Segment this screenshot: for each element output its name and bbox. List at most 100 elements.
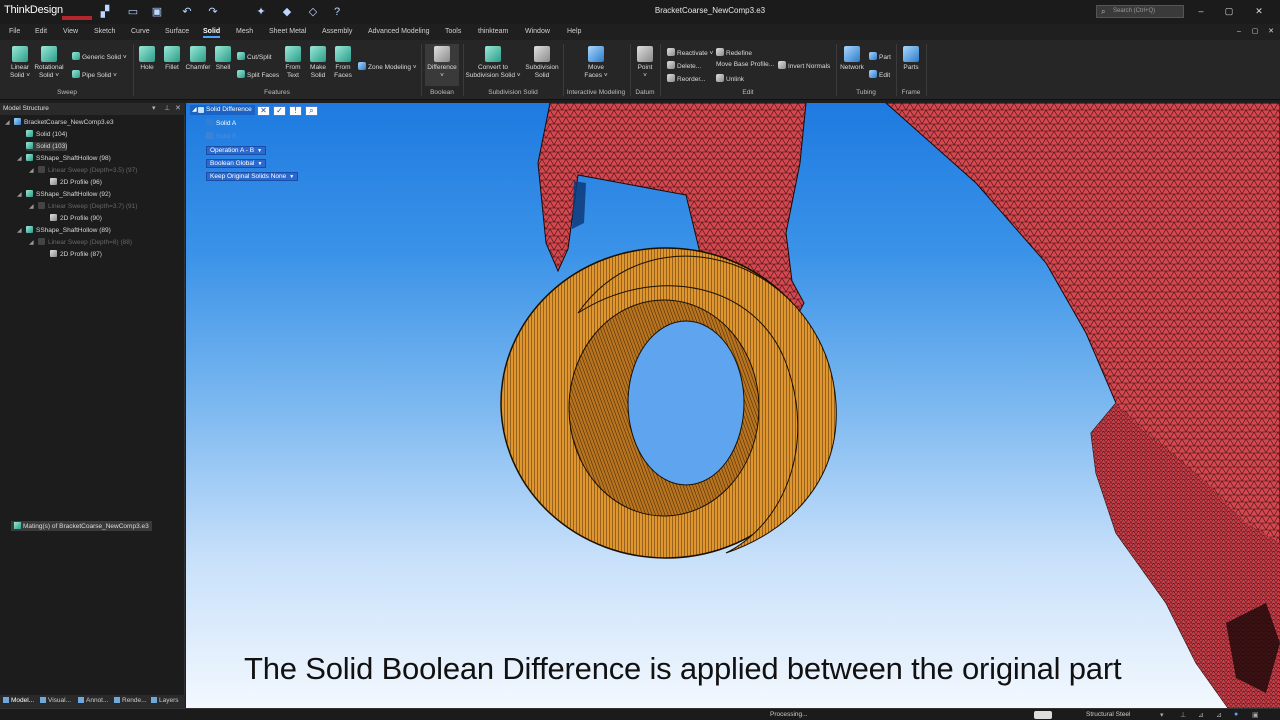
solid-a-field[interactable]: Solid A — [206, 119, 236, 127]
zone-modeling-button[interactable]: Zone Modeling ˅ — [358, 62, 417, 72]
view-cube-icon[interactable]: ◆ — [280, 5, 294, 19]
mating-item[interactable]: Mating(s) of BracketCoarse_NewComp3.e3 — [11, 521, 152, 531]
globe-icon[interactable]: ● — [1234, 711, 1238, 718]
menu-tools[interactable]: Tools — [445, 28, 461, 35]
help-icon[interactable]: ? — [330, 5, 344, 19]
boolean-panel-title[interactable]: ◢ Solid Difference — [190, 105, 255, 115]
tree-node-sweep-91[interactable]: Linear Sweep (Depth=3.7) (91) — [38, 202, 137, 211]
make-solid-button[interactable]: Make Solid — [308, 46, 328, 80]
ok-button[interactable]: ✓ — [273, 106, 286, 116]
apply-button[interactable]: ! — [289, 106, 302, 116]
tab-model[interactable]: Model... — [3, 697, 34, 704]
doc-close-button[interactable]: ✕ — [1264, 26, 1278, 38]
shell-button[interactable]: Shell — [214, 46, 232, 72]
pin-icon[interactable]: ⊥ — [164, 103, 170, 115]
menu-advanced-modeling[interactable]: Advanced Modeling — [368, 28, 430, 35]
select-icon[interactable]: ✦ — [254, 5, 268, 19]
restore-button[interactable]: ▢ — [1222, 5, 1236, 17]
tree-node-sweep-97[interactable]: Linear Sweep (Depth=3.5) (97) — [38, 166, 137, 175]
tree-node-profile-87[interactable]: 2D Profile (87) — [50, 250, 102, 259]
chamfer-button[interactable]: Chamfer — [184, 46, 212, 72]
difference-button[interactable]: Difference ˅ — [425, 44, 459, 86]
material-label[interactable]: Structural Steel — [1086, 711, 1130, 718]
settings-icon[interactable]: ▣ — [1252, 711, 1259, 719]
move-faces-button[interactable]: Move Faces ˅ — [580, 46, 612, 80]
material-swatch[interactable] — [1034, 711, 1052, 719]
pipe-solid-button[interactable]: Pipe Solid ˅ — [72, 70, 117, 80]
menu-mesh[interactable]: Mesh — [236, 28, 253, 35]
generic-solid-button[interactable]: Generic Solid ˅ — [72, 52, 127, 62]
rotational-solid-button[interactable]: Rotational Solid ˅ — [31, 46, 67, 80]
doc-restore-button[interactable]: ▢ — [1248, 26, 1262, 38]
from-faces-button[interactable]: From Faces — [332, 46, 354, 80]
search-input[interactable]: ⌕ Search (Ctrl+Q) — [1096, 5, 1184, 18]
snap-icon[interactable]: ⊥ — [1180, 711, 1186, 719]
tree-node-shaft-98[interactable]: SShape_ShaftHollow (98) — [26, 154, 111, 163]
tab-layers[interactable]: Layers — [151, 697, 179, 704]
subdivision-solid-button[interactable]: Subdivision Solid — [524, 46, 560, 80]
invert-normals-button[interactable]: Invert Normals — [778, 61, 830, 71]
from-text-button[interactable]: From Text — [283, 46, 303, 80]
undo-icon[interactable]: ↶ — [180, 5, 194, 19]
tubing-part-button[interactable]: Part — [869, 52, 891, 62]
boolean-dropdown[interactable]: Boolean Global ▼ — [206, 159, 267, 168]
operation-dropdown[interactable]: Operation A - B ▼ — [206, 146, 267, 155]
network-button[interactable]: Network — [839, 46, 865, 72]
dropdown-icon[interactable]: ▾ — [1160, 711, 1164, 719]
pin-dropdown-icon[interactable]: ▾ — [152, 103, 156, 115]
menu-file[interactable]: File — [9, 28, 20, 35]
delete-button[interactable]: Delete... — [667, 61, 701, 71]
cancel-button[interactable]: ✕ — [257, 106, 270, 116]
menu-window[interactable]: Window — [525, 28, 550, 35]
menu-sketch[interactable]: Sketch — [94, 28, 115, 35]
parts-button[interactable]: Parts — [900, 46, 922, 72]
grid-icon[interactable]: ⊿ — [1216, 711, 1222, 719]
tree-node-shaft-92[interactable]: SShape_ShaftHollow (92) — [26, 190, 111, 199]
measure-icon[interactable]: ⊿ — [1198, 711, 1204, 719]
menu-solid[interactable]: Solid — [203, 28, 221, 38]
redefine-button[interactable]: Redefine — [716, 48, 752, 58]
reactivate-button[interactable]: Reactivate ˅ — [667, 48, 713, 58]
3d-viewport[interactable]: ◢ Solid Difference ✕ ✓ ! ⌕ Solid A Solid … — [186, 103, 1280, 708]
menu-help[interactable]: Help — [567, 28, 581, 35]
convert-subdivision-button[interactable]: Convert to Subdivision Solid ˅ — [465, 46, 521, 80]
solid-b-field[interactable]: Solid B — [206, 132, 237, 140]
open-icon[interactable]: ▭ — [126, 5, 140, 19]
tubing-edit-button[interactable]: Edit — [869, 70, 890, 80]
unlink-button[interactable]: Unlink — [716, 74, 744, 84]
menu-surface[interactable]: Surface — [165, 28, 189, 35]
tree-node-shaft-89[interactable]: SShape_ShaftHollow (89) — [26, 226, 111, 235]
tree-node-root[interactable]: BracketCoarse_NewComp3.e3 — [14, 118, 114, 127]
keep-solids-dropdown[interactable]: Keep Original Solids None ▼ — [206, 172, 299, 181]
hole-button[interactable]: Hole — [138, 46, 156, 72]
reorder-button[interactable]: Reorder... — [667, 74, 706, 84]
tab-annotation[interactable]: Annot... — [78, 697, 108, 704]
tab-rendering[interactable]: Rende... — [114, 697, 147, 704]
preview-button[interactable]: ⌕ — [305, 106, 318, 116]
doc-minimize-button[interactable]: – — [1232, 26, 1246, 38]
split-faces-button[interactable]: Split Faces — [237, 70, 279, 80]
tree-node-profile-90[interactable]: 2D Profile (90) — [50, 214, 102, 223]
tree-node-solid-104[interactable]: Solid (104) — [26, 130, 67, 139]
menu-edit[interactable]: Edit — [35, 28, 47, 35]
move-base-profile-button[interactable]: Move Base Profile... — [716, 61, 774, 69]
panel-close-icon[interactable]: ✕ — [175, 103, 181, 115]
new-icon[interactable]: ▞ — [98, 5, 112, 19]
redo-icon[interactable]: ↷ — [206, 5, 220, 19]
tree-node-solid-103[interactable]: Solid (103) — [26, 142, 68, 151]
tree-node-profile-96[interactable]: 2D Profile (96) — [50, 178, 102, 187]
point-button[interactable]: Point ˅ — [634, 46, 656, 80]
menu-thinkteam[interactable]: thinkteam — [478, 28, 508, 35]
linear-solid-button[interactable]: Linear Solid ˅ — [6, 46, 34, 80]
rotate-view-icon[interactable]: ◇ — [306, 5, 320, 19]
cut-split-button[interactable]: Cut/Split — [237, 52, 272, 62]
close-button[interactable]: ✕ — [1252, 5, 1266, 17]
menu-sheet-metal[interactable]: Sheet Metal — [269, 28, 306, 35]
fillet-button[interactable]: Fillet — [162, 46, 182, 72]
tree-node-sweep-88[interactable]: Linear Sweep (Depth=8) (88) — [38, 238, 132, 247]
save-icon[interactable]: ▣ — [150, 5, 164, 19]
minimize-button[interactable]: – — [1194, 5, 1208, 17]
tab-visual[interactable]: Visual... — [40, 697, 71, 704]
menu-view[interactable]: View — [63, 28, 78, 35]
menu-curve[interactable]: Curve — [131, 28, 150, 35]
